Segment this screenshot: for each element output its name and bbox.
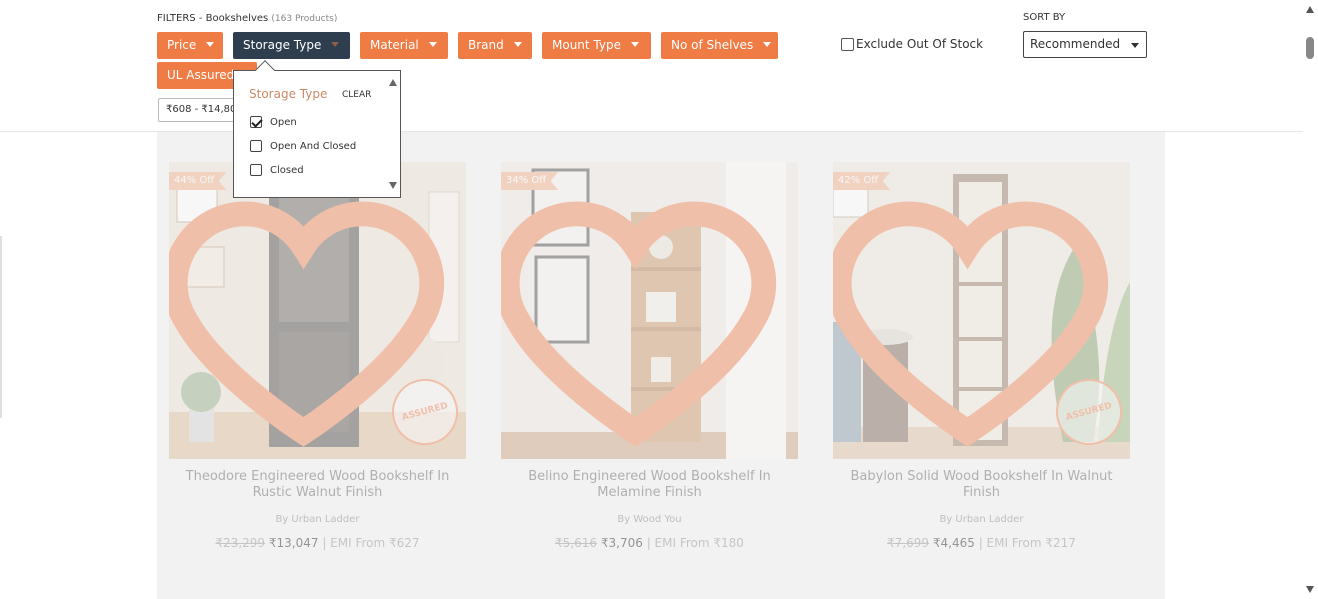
- chevron-down-icon: [331, 42, 340, 47]
- storage-type-filter-chip[interactable]: Storage Type: [233, 32, 350, 59]
- exclude-out-of-stock-label: Exclude Out Of Stock: [856, 37, 984, 51]
- product-name[interactable]: Belino Engineered Wood Bookshelf In Mela…: [501, 469, 798, 501]
- chevron-down-icon: [1131, 43, 1139, 48]
- storage-option-open-and-closed[interactable]: Open And Closed: [250, 140, 356, 152]
- left-edge-divider: [0, 236, 2, 418]
- brand-filter-label: Brand: [468, 38, 504, 52]
- product-brand: By Urban Ladder: [275, 514, 360, 525]
- scroll-up-arrow-icon[interactable]: [1306, 6, 1314, 13]
- product-sale-price: ₹3,706: [600, 536, 643, 550]
- sort-by-value: Recommended: [1030, 37, 1121, 51]
- storage-option-closed[interactable]: Closed: [250, 164, 304, 176]
- storage-option-closed-checkbox[interactable]: [250, 164, 262, 176]
- product-image[interactable]: 34% Off: [501, 162, 798, 459]
- storage-type-dropdown: Storage Type CLEAR Open Open And Closed …: [233, 60, 401, 198]
- storage-option-open-and-closed-checkbox[interactable]: [250, 140, 262, 152]
- storage-option-label: Open: [270, 116, 297, 128]
- product-name[interactable]: Theodore Engineered Wood Bookshelf In Ru…: [169, 469, 466, 501]
- material-filter-label: Material: [370, 38, 419, 52]
- chevron-down-icon: [206, 42, 215, 47]
- material-filter-chip[interactable]: Material: [360, 32, 448, 59]
- product-grid: 44% Off ASSURED Theodore Engineered Wood…: [157, 132, 1165, 599]
- scroll-down-arrow-icon[interactable]: [1306, 586, 1314, 593]
- exclude-out-of-stock-checkbox[interactable]: [841, 37, 854, 51]
- storage-option-open-checkbox[interactable]: [250, 116, 262, 128]
- product-mrp: ₹5,616: [555, 536, 598, 550]
- product-card[interactable]: 44% Off ASSURED Theodore Engineered Wood…: [169, 162, 466, 562]
- product-card[interactable]: 34% Off Belino Engineered Wood Bookshelf…: [501, 162, 798, 562]
- filter-heading-text: FILTERS - Bookshelves: [157, 13, 269, 24]
- product-image[interactable]: 44% Off ASSURED: [169, 162, 466, 459]
- product-sale-price: ₹4,465: [932, 536, 975, 550]
- assured-badge-text: ASSURED: [400, 401, 450, 423]
- product-name[interactable]: Babylon Solid Wood Bookshelf In Walnut F…: [833, 469, 1130, 501]
- sort-by-select[interactable]: Recommended: [1023, 31, 1147, 58]
- applied-price-filter-tag[interactable]: ₹608 - ₹14,801: [158, 98, 238, 122]
- price-filter-chip[interactable]: Price: [157, 32, 223, 59]
- ul-assured-filter-label: UL Assured: [167, 68, 235, 82]
- dropdown-title: Storage Type: [249, 87, 328, 101]
- mount-type-filter-chip[interactable]: Mount Type: [542, 32, 651, 59]
- mount-type-filter-label: Mount Type: [552, 38, 621, 52]
- product-price: ₹23,299 ₹13,047 | EMI From ₹627: [169, 536, 466, 550]
- product-emi: | EMI From ₹627: [322, 536, 420, 550]
- storage-option-open[interactable]: Open: [250, 116, 297, 128]
- assured-badge-text: ASSURED: [1064, 401, 1114, 423]
- scrollbar-thumb[interactable]: [1306, 37, 1314, 59]
- wishlist-heart-icon[interactable]: [501, 172, 784, 459]
- no-of-shelves-filter-label: No of Shelves: [671, 38, 754, 52]
- chevron-down-icon: [513, 42, 522, 47]
- page-scrollbar[interactable]: [1303, 0, 1318, 599]
- scroll-down-arrow-icon[interactable]: [389, 182, 397, 189]
- product-mrp: ₹7,699: [887, 536, 930, 550]
- clear-filter-button[interactable]: CLEAR: [342, 90, 371, 100]
- price-filter-label: Price: [167, 38, 197, 52]
- sort-by-label: SORT BY: [1023, 12, 1066, 23]
- product-card[interactable]: 42% Off ASSURED Babylon Solid Wood Books…: [833, 162, 1130, 562]
- product-mrp: ₹23,299: [215, 536, 266, 550]
- filters-bar: FILTERS - Bookshelves (163 Products) Pri…: [0, 0, 1303, 132]
- chevron-down-icon: [631, 42, 639, 47]
- storage-type-filter-label: Storage Type: [243, 38, 322, 52]
- product-brand: By Urban Ladder: [939, 514, 1024, 525]
- product-emi: | EMI From ₹217: [978, 536, 1076, 550]
- product-price: ₹7,699 ₹4,465 | EMI From ₹217: [833, 536, 1130, 550]
- filter-heading: FILTERS - Bookshelves (163 Products): [157, 13, 337, 24]
- brand-filter-chip[interactable]: Brand: [458, 32, 532, 59]
- exclude-out-of-stock-toggle[interactable]: Exclude Out Of Stock: [841, 37, 983, 51]
- product-sale-price: ₹13,047: [268, 536, 319, 550]
- chevron-down-icon: [763, 42, 772, 47]
- storage-option-label: Open And Closed: [270, 140, 357, 152]
- storage-option-label: Closed: [270, 164, 304, 176]
- product-count: (163 Products): [271, 14, 338, 24]
- chevron-down-icon: [428, 42, 437, 47]
- scroll-up-arrow-icon[interactable]: [389, 79, 397, 86]
- product-image[interactable]: 42% Off ASSURED: [833, 162, 1130, 459]
- product-price: ₹5,616 ₹3,706 | EMI From ₹180: [501, 536, 798, 550]
- product-emi: | EMI From ₹180: [646, 536, 744, 550]
- no-of-shelves-filter-chip[interactable]: No of Shelves: [661, 32, 778, 59]
- product-brand: By Wood You: [617, 514, 682, 525]
